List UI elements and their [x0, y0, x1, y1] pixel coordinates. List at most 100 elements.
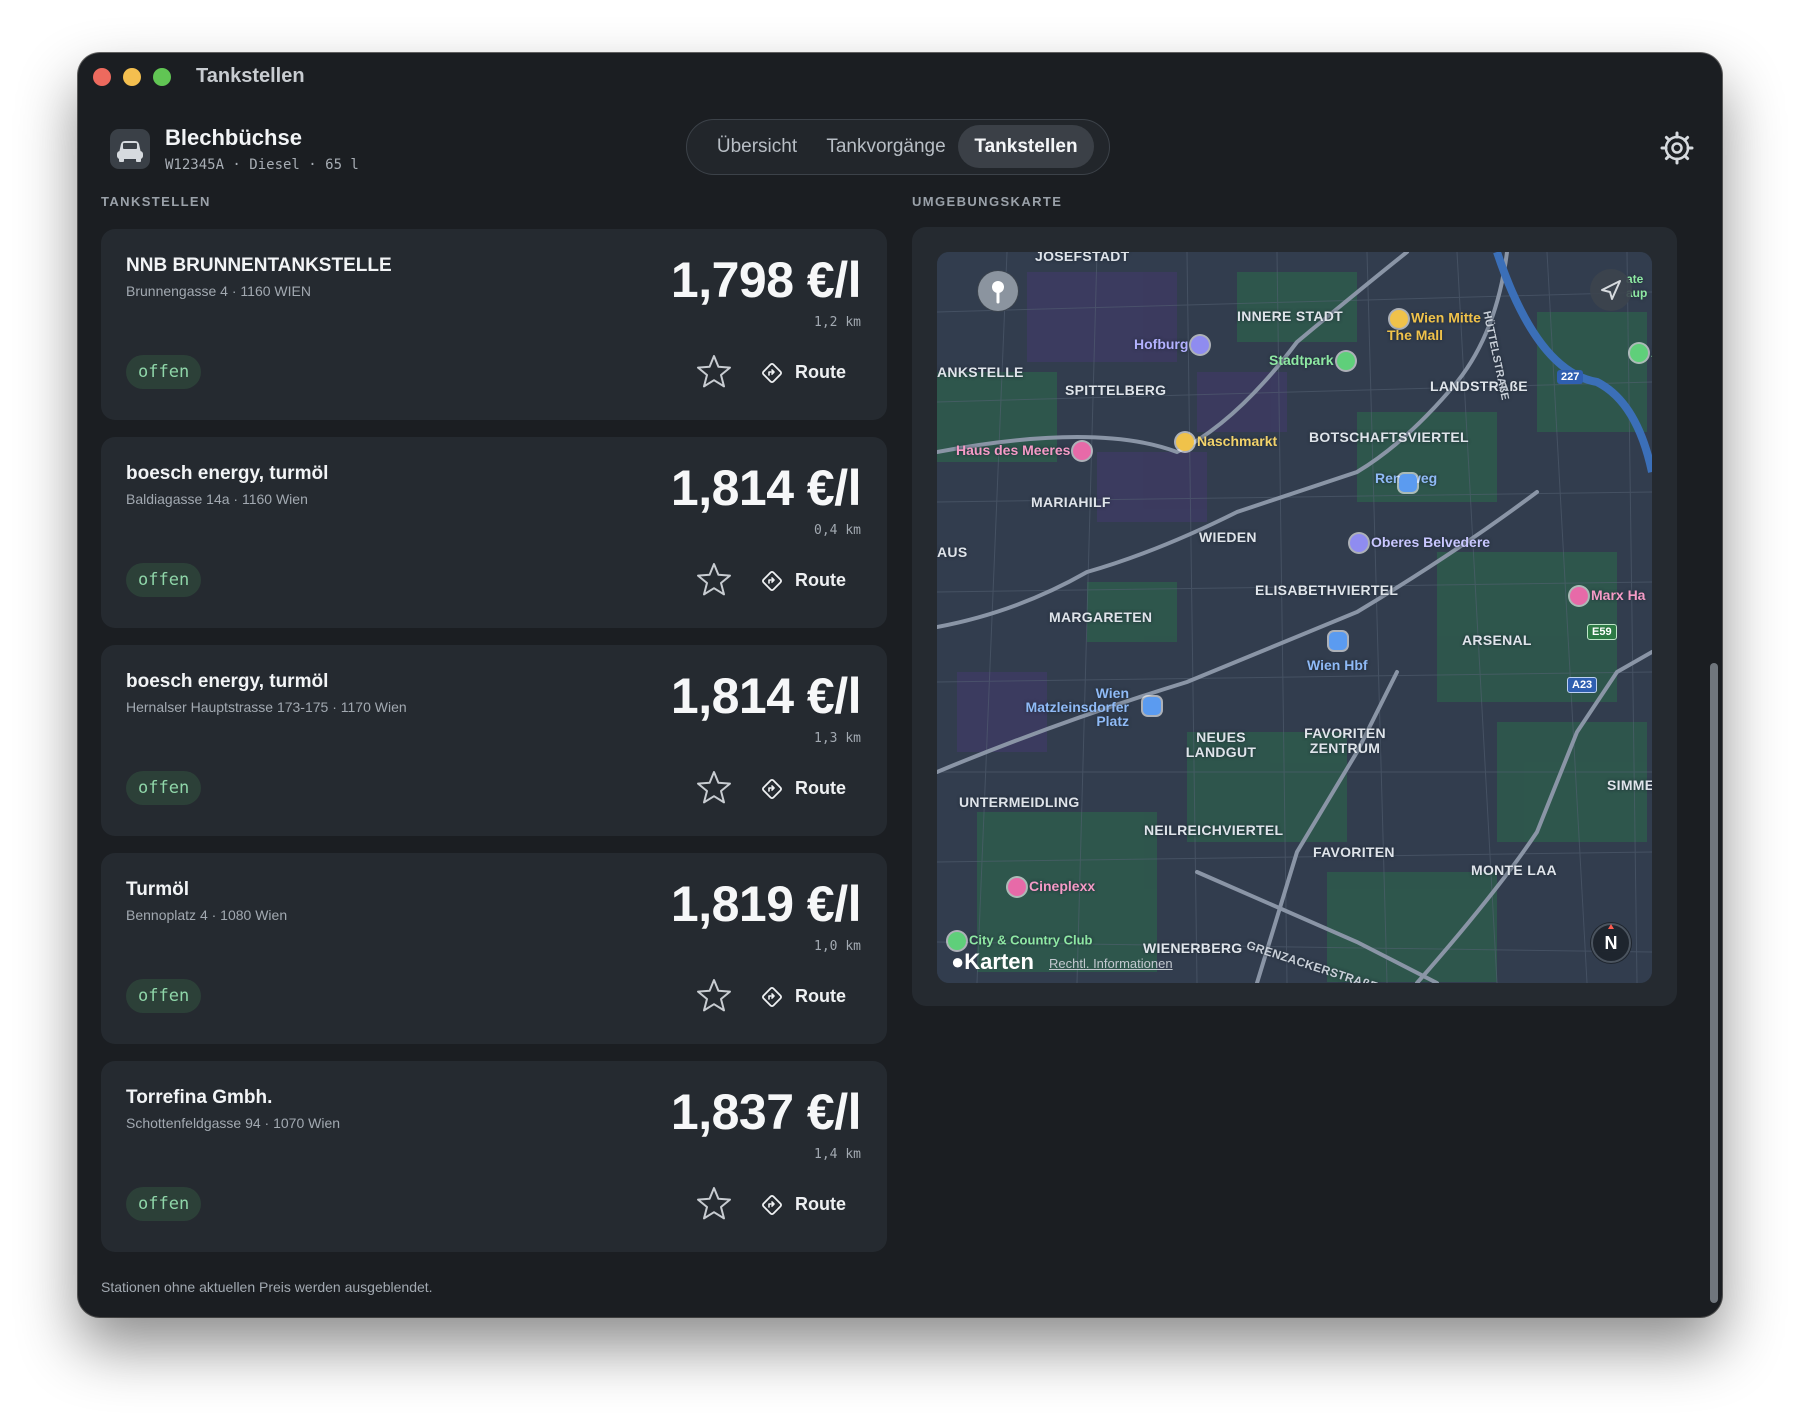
station-address: Bennoplatz 4 · 1080 Wien [126, 907, 288, 923]
station-distance: 1,4 km [814, 1147, 861, 1162]
tram-stop-icon [1399, 474, 1417, 492]
road-shield: A23 [1567, 677, 1598, 693]
scrollbar-thumb[interactable] [1710, 663, 1718, 1303]
map-label: AUS [937, 544, 968, 560]
road-shield: E59 [1587, 624, 1617, 640]
station-address: Baldiagasse 14a · 1160 Wien [126, 491, 308, 507]
station-distance: 1,3 km [814, 731, 861, 746]
route-icon [762, 779, 782, 799]
station-price: 1,837 €/l [670, 1084, 862, 1140]
map-panel: JOSEFSTADT INNERE STADT ANKSTELLE SPITTE… [912, 227, 1677, 1006]
station-distance: 1,0 km [814, 939, 861, 954]
map-label: SIMME [1607, 777, 1652, 793]
location-arrow-icon [1601, 280, 1621, 300]
route-label: Route [795, 362, 846, 382]
vehicle-name: Blechbüchse [165, 125, 302, 150]
station-card[interactable]: boesch energy, turmöl Baldiagasse 14a · … [101, 437, 887, 628]
route-icon [762, 1195, 782, 1215]
route-label: Route [795, 1194, 846, 1214]
map-label: MONTE LAA [1471, 862, 1557, 878]
station-address: Brunnengasse 4 · 1160 WIEN [126, 283, 311, 299]
minimize-window-button[interactable] [123, 68, 141, 86]
map-label: MARGARETEN [1049, 609, 1153, 625]
station-name: boesch energy, turmöl [126, 463, 329, 484]
section-label-stations: TANKSTELLEN [101, 194, 211, 209]
map-view[interactable]: JOSEFSTADT INNERE STADT ANKSTELLE SPITTE… [937, 252, 1652, 983]
map-label: FAVORITEN [1313, 844, 1395, 860]
map-label: NEUES LANDGUT [1185, 729, 1257, 760]
route-label: Route [795, 778, 846, 798]
map-poi[interactable]: A [1627, 344, 1652, 363]
map-label: BOTSCHAFTSVIERTEL [1309, 429, 1469, 445]
tab-tankstellen[interactable]: Tankstellen [958, 125, 1094, 168]
status-badge: offen [126, 771, 202, 805]
vehicle-meta: W12345A · Diesel · 65 l [165, 157, 359, 173]
map-poi[interactable]: Wien Mitte The Mall [1387, 310, 1497, 342]
station-address: Hernalser Hauptstrasse 173-175 · 1170 Wi… [126, 699, 407, 715]
footnote: Stationen ohne aktuellen Preis werden au… [101, 1279, 433, 1295]
station-name: Turmöl [126, 879, 189, 900]
titlebar: Tankstellen [78, 53, 1722, 99]
station-name: boesch energy, turmöl [126, 671, 329, 692]
compass-north-label: N [1604, 933, 1618, 953]
gear-icon[interactable] [1660, 131, 1694, 165]
map-poi[interactable]: Naschmarkt [1173, 433, 1277, 452]
map-label: JOSEFSTADT [1035, 252, 1130, 264]
star-icon[interactable] [695, 1185, 733, 1223]
route-label: Route [795, 986, 846, 1006]
map-poi[interactable]: Cineplexx [1005, 878, 1095, 897]
map-label: SPITTELBERG [1065, 382, 1167, 398]
star-icon[interactable] [695, 977, 733, 1015]
station-name: NNB BRUNNENTANKSTELLE [126, 255, 392, 276]
window-title: Tankstellen [196, 65, 305, 87]
map-label: WIEDEN [1199, 529, 1257, 545]
legal-link[interactable]: Rechtl. Informationen [1049, 956, 1173, 971]
station-address: Schottenfeldgasse 94 · 1070 Wien [126, 1115, 341, 1131]
map-poi[interactable]: Hofburg [1134, 336, 1212, 355]
train-station-icon [1329, 632, 1347, 650]
status-badge: offen [126, 1187, 202, 1221]
close-window-button[interactable] [93, 68, 111, 86]
locate-me-button[interactable] [1590, 269, 1632, 311]
compass-button[interactable]: N [1590, 922, 1632, 964]
map-label: ELISABETHVIERTEL [1255, 582, 1399, 598]
map-poi[interactable]: Wien Hbf [1307, 657, 1368, 673]
status-badge: offen [126, 563, 202, 597]
map-poi[interactable]: Stadtpark [1269, 352, 1358, 371]
map-poi[interactable]: Haus des Meeres [956, 442, 1094, 461]
tab-uebersicht[interactable]: Übersicht [697, 125, 817, 168]
station-card[interactable]: boesch energy, turmöl Hernalser Hauptstr… [101, 645, 887, 836]
star-icon[interactable] [695, 769, 733, 807]
pin-icon [978, 271, 1018, 311]
tab-tankvorgaenge[interactable]: Tankvorgänge [819, 125, 953, 168]
station-card[interactable]: Torrefina Gmbh. Schottenfeldgasse 94 · 1… [101, 1061, 887, 1252]
route-icon [762, 987, 782, 1007]
station-price: 1,814 €/l [670, 460, 862, 516]
zoom-window-button[interactable] [153, 68, 171, 86]
station-card[interactable]: NNB BRUNNENTANKSTELLE Brunnengasse 4 · 1… [101, 229, 887, 420]
map-poi[interactable]: City & Country Club [945, 932, 1093, 950]
map-label: FAVORITEN ZENTRUM [1304, 725, 1386, 756]
star-icon[interactable] [695, 353, 733, 391]
status-badge: offen [126, 979, 202, 1013]
route-label: Route [795, 570, 846, 590]
map-poi[interactable]: Marx Ha [1567, 587, 1645, 606]
road-shield: 227 [1557, 370, 1584, 384]
app-window: Tankstellen Blechbüchse W12345A · Diesel… [78, 53, 1722, 1317]
map-poi[interactable]: Wien Matzleinsdorfer Platz [1019, 686, 1129, 728]
map-label: MARIAHILF [1031, 494, 1111, 510]
map-label: INNERE STADT [1237, 308, 1344, 324]
map-label: ARSENAL [1462, 632, 1532, 648]
station-card[interactable]: Turmöl Bennoplatz 4 · 1080 Wien offen 1,… [101, 853, 887, 1044]
map-pin-button[interactable] [977, 270, 1019, 312]
station-price: 1,814 €/l [670, 668, 862, 724]
map-poi[interactable]: Oberes Belvedere [1347, 534, 1490, 553]
train-station-icon [1143, 697, 1161, 715]
route-icon [762, 363, 782, 383]
map-label: ANKSTELLE [937, 364, 1024, 380]
apple-logo-icon: ● [951, 949, 965, 974]
star-icon[interactable] [695, 561, 733, 599]
section-label-map: UMGEBUNGSKARTE [912, 194, 1063, 209]
station-distance: 1,2 km [814, 315, 861, 330]
status-badge: offen [126, 355, 202, 389]
